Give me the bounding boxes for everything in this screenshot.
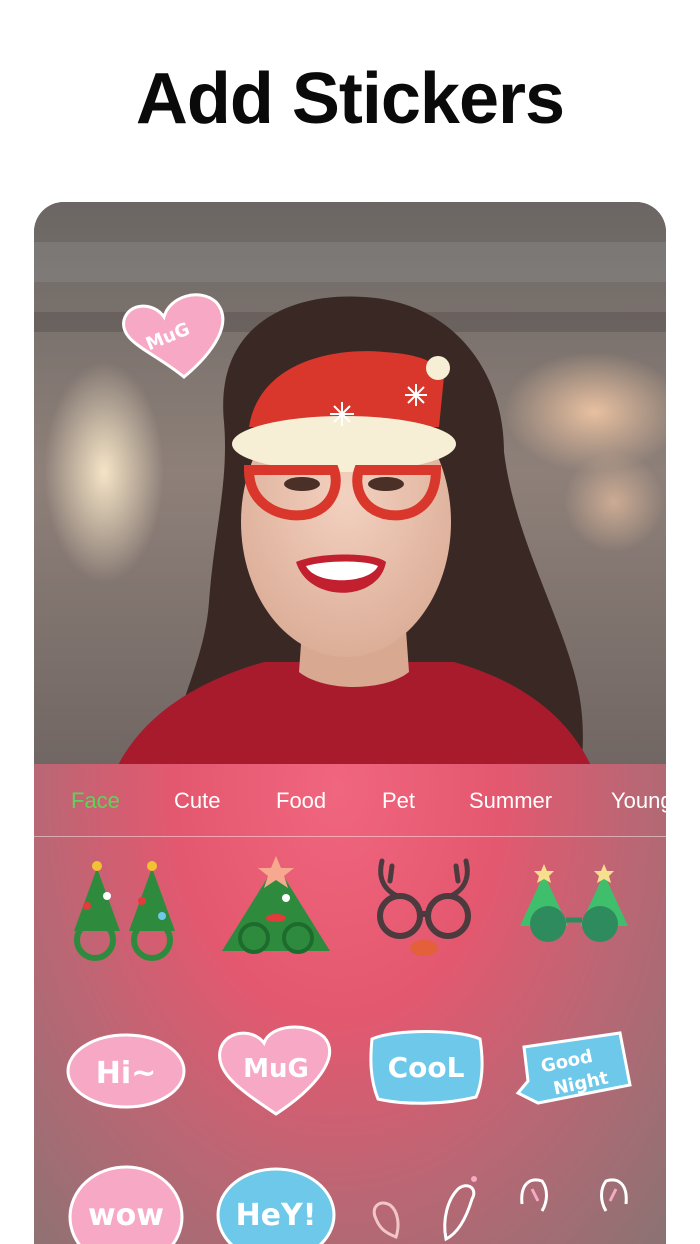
sticker-mug[interactable]: MuG bbox=[214, 1019, 338, 1129]
page-title: Add Stickers bbox=[135, 59, 565, 139]
category-tabs: Face Cute Food Pet Summer Young bbox=[34, 764, 666, 837]
cool-text: CooL bbox=[388, 1051, 465, 1084]
mug-text: MuG bbox=[243, 1054, 309, 1084]
sticker-good-night[interactable]: Good Night bbox=[512, 1019, 636, 1129]
sticker-reindeer-glasses[interactable] bbox=[362, 856, 486, 966]
sticker-hi[interactable]: Hi~ bbox=[64, 1019, 188, 1129]
sticker-angel-wings[interactable] bbox=[362, 1159, 486, 1244]
tab-food[interactable]: Food bbox=[276, 788, 326, 814]
tab-pet[interactable]: Pet bbox=[382, 788, 415, 814]
sticker-cat-ears[interactable] bbox=[512, 1159, 636, 1244]
sticker-hey[interactable]: HeY! bbox=[214, 1159, 338, 1244]
hi-text: Hi~ bbox=[96, 1056, 157, 1091]
sticker-green-tree-glasses[interactable] bbox=[512, 856, 636, 966]
tab-cute[interactable]: Cute bbox=[174, 788, 220, 814]
wow-text: wow bbox=[88, 1198, 164, 1233]
tab-face[interactable]: Face bbox=[71, 788, 120, 814]
portrait-photo: MuG bbox=[34, 202, 666, 802]
sticker-cool[interactable]: CooL bbox=[364, 1019, 488, 1129]
tab-young[interactable]: Young bbox=[611, 788, 666, 814]
sticker-panel: Face Cute Food Pet Summer Young bbox=[34, 764, 666, 1244]
sticker-tree-star-glasses[interactable] bbox=[214, 856, 338, 966]
hey-text: HeY! bbox=[236, 1198, 317, 1233]
photo-editor-preview: MuG Face Cute Food Pet Summer Young bbox=[34, 202, 666, 1244]
tab-summer[interactable]: Summer bbox=[469, 788, 552, 814]
sticker-tree-glasses[interactable] bbox=[62, 856, 186, 966]
sticker-wow[interactable]: wow bbox=[64, 1159, 188, 1244]
